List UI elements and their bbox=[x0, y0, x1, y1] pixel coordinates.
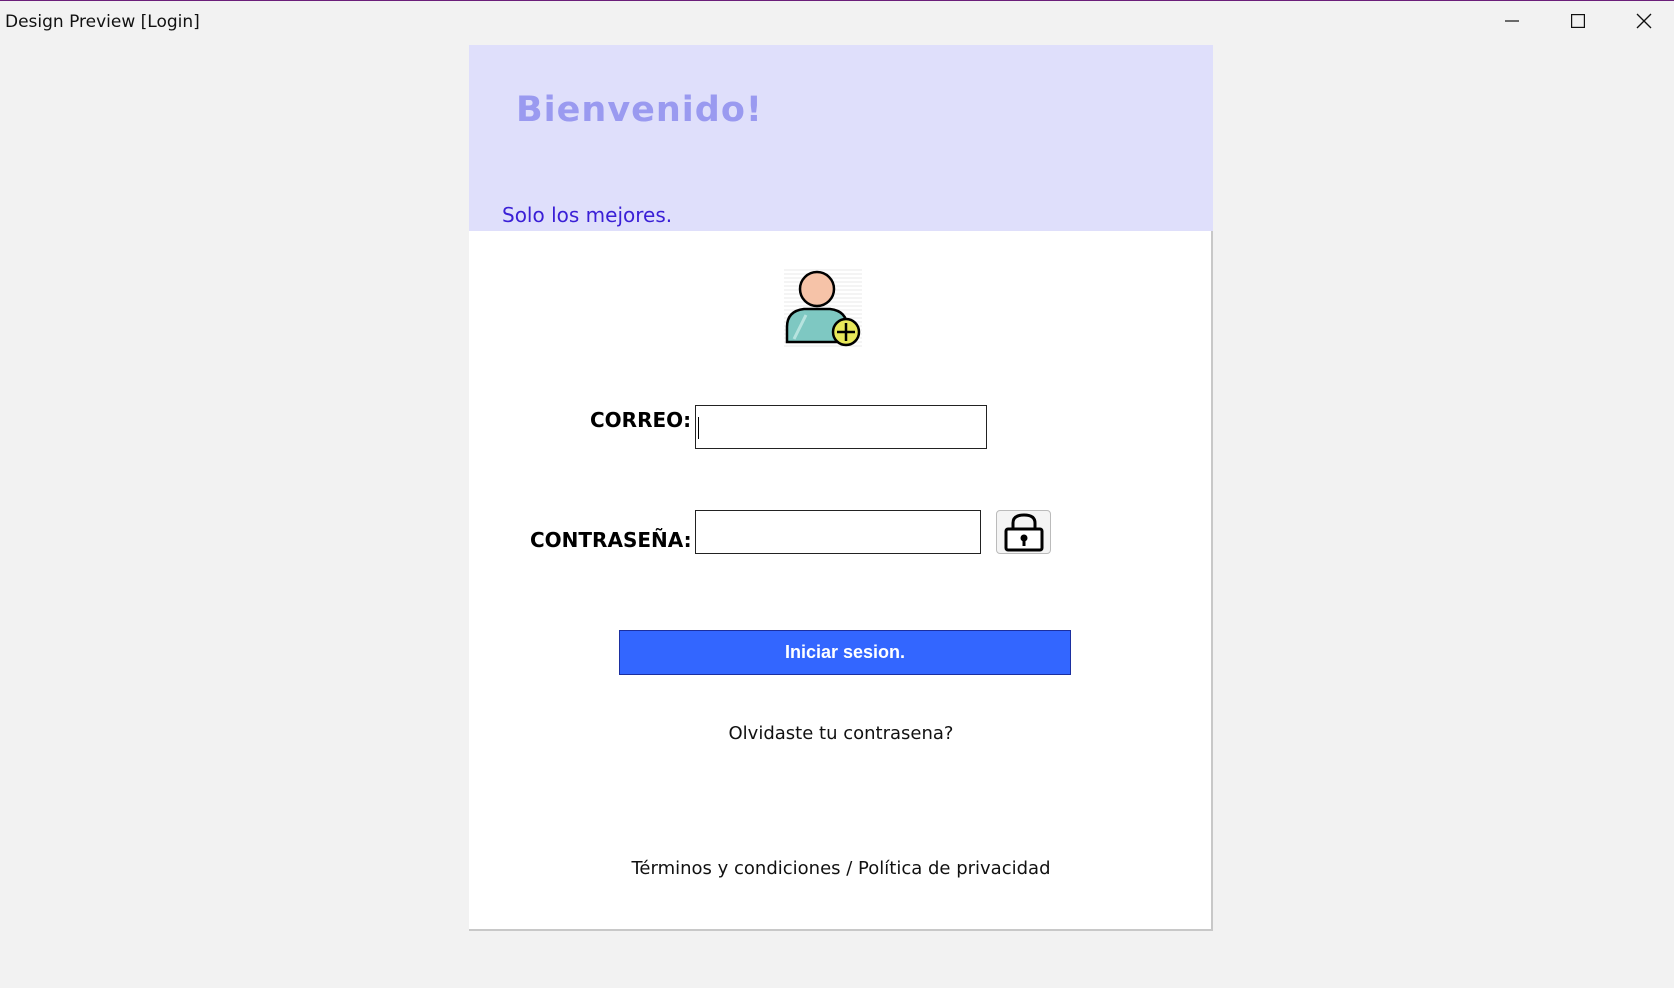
maximize-button[interactable] bbox=[1548, 1, 1608, 41]
login-panel: Bienvenido! Solo los mejores. CORREO: CO… bbox=[469, 45, 1213, 931]
forgot-password-link[interactable]: Olvidaste tu contrasena? bbox=[469, 723, 1213, 744]
show-password-button[interactable] bbox=[996, 510, 1051, 554]
text-caret bbox=[698, 417, 699, 439]
minimize-icon bbox=[1505, 20, 1519, 22]
close-icon bbox=[1636, 13, 1652, 29]
title-bar[interactable]: Design Preview [Login] bbox=[0, 1, 1674, 41]
app-window: Design Preview [Login] Bienvenido! Solo … bbox=[0, 0, 1674, 988]
login-button[interactable]: Iniciar sesion. bbox=[619, 630, 1071, 675]
window-title: Design Preview [Login] bbox=[5, 12, 200, 32]
email-field[interactable] bbox=[695, 405, 987, 449]
maximize-icon bbox=[1571, 14, 1585, 28]
welcome-title: Bienvenido! bbox=[516, 90, 763, 130]
password-label: CONTRASEÑA: bbox=[530, 528, 692, 552]
password-field[interactable] bbox=[695, 510, 981, 554]
tagline: Solo los mejores. bbox=[502, 203, 673, 227]
minimize-button[interactable] bbox=[1482, 1, 1542, 41]
close-button[interactable] bbox=[1614, 1, 1674, 41]
lock-icon bbox=[1004, 513, 1043, 552]
email-label: CORREO: bbox=[590, 408, 692, 432]
add-user-icon bbox=[784, 269, 862, 347]
terms-privacy-link[interactable]: Términos y condiciones / Política de pri… bbox=[469, 858, 1213, 879]
welcome-header: Bienvenido! Solo los mejores. bbox=[469, 45, 1213, 231]
